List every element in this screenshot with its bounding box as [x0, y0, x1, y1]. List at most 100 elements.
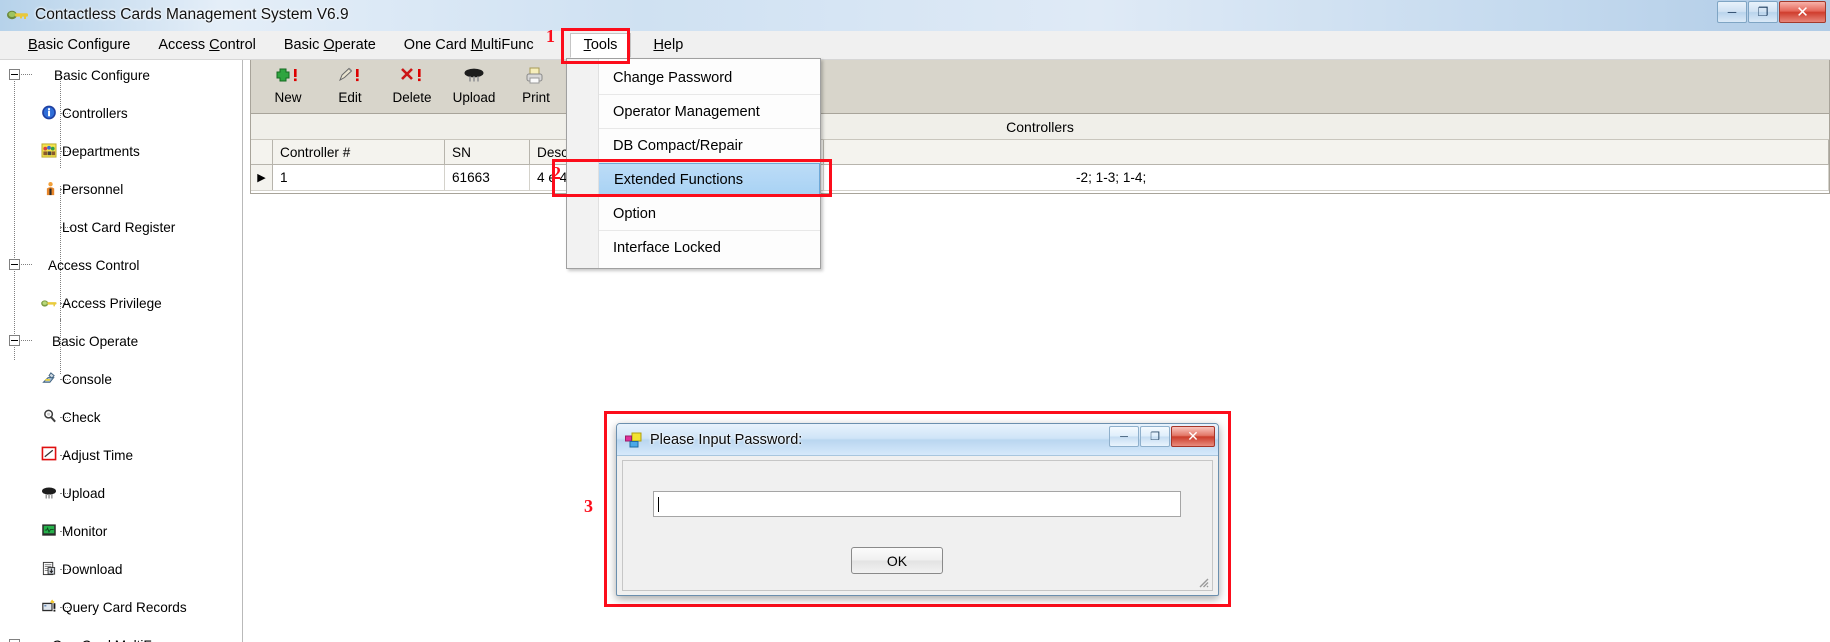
cell-controller-number: 1 — [273, 165, 445, 190]
tree-node-access-privilege[interactable]: Access Privilege — [0, 294, 242, 313]
menu-basic-operate[interactable]: Basic Operate — [270, 33, 390, 58]
info-controllers-icon — [42, 105, 56, 120]
menu-item-option[interactable]: Option — [567, 197, 820, 231]
menu-item-label: Operator Management — [613, 103, 760, 120]
maximize-button[interactable]: ❐ — [1748, 1, 1778, 23]
expander-minus-icon[interactable] — [9, 69, 20, 80]
menu-item-extended-functions[interactable]: Extended Functions — [567, 163, 820, 197]
tree-node-one-card-multifunc[interactable]: One Card MultiFunc — [0, 636, 242, 642]
menu-gutter — [567, 59, 599, 268]
console-icon — [42, 372, 55, 383]
plus-green-icon — [275, 64, 301, 88]
app-window-icon — [625, 432, 642, 448]
table-row[interactable]: ▶ 1 61663 4 e 4e/s -2; 1-3; 1-4; — [251, 165, 1829, 191]
menu-basic-configure[interactable]: Basic Configure — [14, 33, 144, 58]
cell-sn: 61663 — [445, 165, 530, 190]
minimize-button[interactable]: ─ — [1717, 1, 1747, 23]
print-button-label: Print — [522, 90, 550, 105]
close-button[interactable]: ✕ — [1779, 1, 1826, 23]
expander-minus-icon[interactable] — [9, 259, 20, 270]
toolbar: New Edit Delete Upload Print — [250, 60, 1830, 114]
dialog-title-bar: Please Input Password: ─ ❐ ✕ — [617, 424, 1218, 456]
dialog-close-button[interactable]: ✕ — [1171, 426, 1215, 447]
departments-icon — [41, 143, 57, 158]
tree-label: Access Privilege — [62, 296, 162, 311]
dialog-window-controls: ─ ❐ ✕ — [1108, 426, 1215, 447]
new-button-label: New — [274, 90, 302, 105]
menu-help[interactable]: Help — [639, 33, 697, 58]
menu-item-label: Interface Locked — [613, 240, 721, 256]
dialog-body: OK — [622, 460, 1213, 591]
tree-label: One Card MultiFunc — [52, 638, 174, 642]
printer-icon — [523, 64, 549, 88]
edit-button[interactable]: Edit — [319, 60, 381, 110]
password-input-wrapper[interactable] — [653, 491, 1181, 517]
dialog-maximize-button[interactable]: ❐ — [1140, 426, 1170, 447]
tree-node-personnel[interactable]: Personnel — [0, 180, 242, 199]
tree-node-lost-card-register[interactable]: Lost Card Register — [0, 218, 242, 237]
query-card-records-icon — [42, 599, 56, 612]
tree-node-monitor[interactable]: Monitor — [0, 522, 242, 541]
tree-node-departments[interactable]: Departments — [0, 142, 242, 161]
expander-minus-icon[interactable] — [9, 335, 20, 346]
menu-item-label: DB Compact/Repair — [613, 137, 743, 154]
navigation-tree: Basic Configure Controllers Departments — [0, 60, 243, 642]
tree-node-access-control[interactable]: Access Control — [0, 256, 242, 275]
tree-node-query-card-records[interactable]: Query Card Records — [0, 598, 242, 617]
tree-node-basic-configure[interactable]: Basic Configure — [0, 66, 242, 85]
controllers-grid: Controllers Controller # SN Description … — [250, 114, 1830, 194]
menu-access-control[interactable]: Access Control — [144, 33, 270, 58]
tree-label: Access Control — [48, 258, 140, 273]
monitor-icon — [42, 524, 56, 536]
menu-item-db-compact-repair[interactable]: DB Compact/Repair — [567, 129, 820, 163]
menu-item-label: Change Password — [613, 69, 733, 86]
menu-item-label: Extended Functions — [614, 172, 743, 188]
tree-label: Monitor — [62, 524, 108, 539]
tree-node-check[interactable]: Check — [0, 408, 242, 427]
password-input[interactable] — [659, 492, 1180, 516]
dialog-minimize-button[interactable]: ─ — [1109, 426, 1139, 447]
tree-label: Lost Card Register — [62, 220, 176, 235]
grid-caption: Controllers — [251, 114, 1829, 140]
window-title: Contactless Cards Management System V6.9 — [35, 6, 349, 23]
menu-one-card-multifunc[interactable]: One Card MultiFunc — [390, 33, 548, 58]
download-icon — [42, 561, 56, 576]
delete-button[interactable]: Delete — [381, 60, 443, 110]
menu-item-interface-locked[interactable]: Interface Locked — [567, 231, 820, 265]
menu-item-change-password[interactable]: Change Password — [567, 61, 820, 95]
row-selector-icon[interactable]: ▶ — [251, 165, 273, 190]
print-button[interactable]: Print — [505, 60, 567, 110]
tree-label: Basic Operate — [52, 334, 139, 349]
tree-connector — [21, 340, 32, 341]
grid-column-sn[interactable]: SN — [445, 140, 530, 164]
callout-number-1: 1 — [546, 26, 555, 46]
tools-dropdown-menu: Change Password Operator Management DB C… — [566, 58, 821, 269]
cell-extra: -2; 1-3; 1-4; — [824, 165, 1829, 190]
tree-label: Personnel — [62, 182, 124, 197]
tree-node-console[interactable]: Console — [0, 370, 242, 389]
upload-icon — [42, 487, 56, 499]
tree-label: Console — [62, 372, 112, 387]
tree-node-download[interactable]: Download — [0, 560, 242, 579]
upload-button[interactable]: Upload — [443, 60, 505, 110]
tree-node-basic-operate[interactable]: Basic Operate — [0, 332, 242, 351]
new-button[interactable]: New — [257, 60, 319, 110]
key-icon — [41, 300, 57, 307]
callout-number-2: 2 — [552, 163, 561, 183]
menu-item-operator-management[interactable]: Operator Management — [567, 95, 820, 129]
tree-node-controllers[interactable]: Controllers — [0, 104, 242, 123]
application-window: Contactless Cards Management System V6.9… — [0, 0, 1830, 642]
ok-button[interactable]: OK — [851, 547, 943, 574]
grid-column-controller[interactable]: Controller # — [273, 140, 445, 164]
adjust-time-icon — [41, 446, 57, 461]
pencil-icon — [337, 64, 363, 88]
menu-bar: Basic Configure Access Control Basic Ope… — [0, 31, 1830, 60]
callout-number-3: 3 — [584, 496, 593, 516]
menu-tools[interactable]: Tools — [569, 32, 632, 58]
tree-label: Download — [62, 562, 123, 577]
resize-grip-icon[interactable] — [1196, 575, 1209, 588]
tree-node-adjust-time[interactable]: Adjust Time — [0, 446, 242, 465]
tree-label: Query Card Records — [62, 600, 187, 615]
tree-node-upload[interactable]: Upload — [0, 484, 242, 503]
grid-column-extra[interactable] — [824, 140, 1829, 164]
